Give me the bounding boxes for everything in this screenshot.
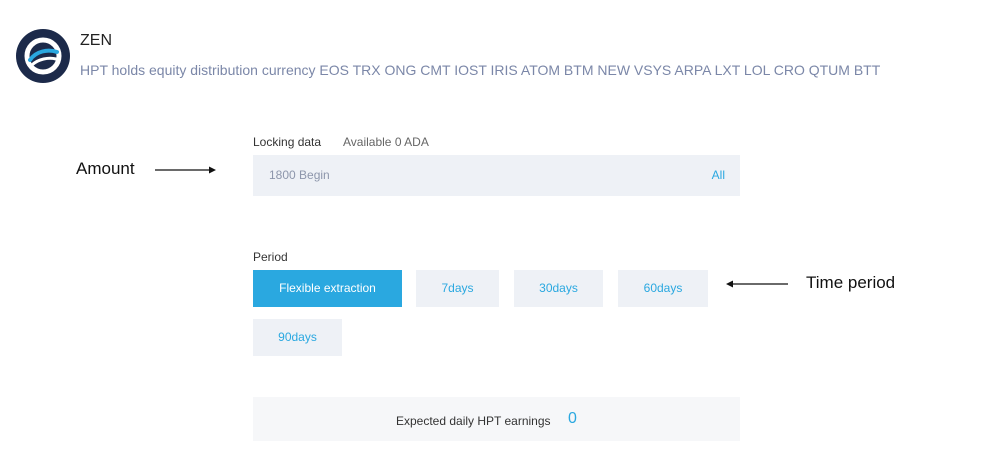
locking-data-label: Locking data <box>253 135 322 149</box>
zen-logo-icon <box>16 29 70 83</box>
period-option-30days[interactable]: 30days <box>514 270 603 307</box>
earnings-label: Expected daily HPT earnings <box>396 414 551 428</box>
arrow-left-icon <box>726 280 788 288</box>
all-button[interactable]: All <box>712 168 725 182</box>
period-option-7days[interactable]: 7days <box>416 270 499 307</box>
period-option-flexible[interactable]: Flexible extraction <box>253 270 402 307</box>
amount-value[interactable]: 1800 Begin <box>269 168 330 182</box>
available-balance: Available 0 ADA <box>343 135 429 149</box>
coin-description: HPT holds equity distribution currency E… <box>80 62 881 78</box>
period-label: Period <box>253 250 288 264</box>
period-option-90days[interactable]: 90days <box>253 319 342 356</box>
period-option-60days[interactable]: 60days <box>618 270 708 307</box>
amount-input[interactable]: 1800 Begin All <box>253 155 740 196</box>
coin-title: ZEN <box>80 32 112 49</box>
annotation-amount: Amount <box>76 159 135 178</box>
earnings-panel: Expected daily HPT earnings 0 <box>253 397 740 441</box>
arrow-right-icon <box>155 166 216 174</box>
staking-page: ZEN HPT holds equity distribution curren… <box>0 0 997 459</box>
earnings-value: 0 <box>568 410 577 427</box>
annotation-time-period: Time period <box>806 273 896 292</box>
